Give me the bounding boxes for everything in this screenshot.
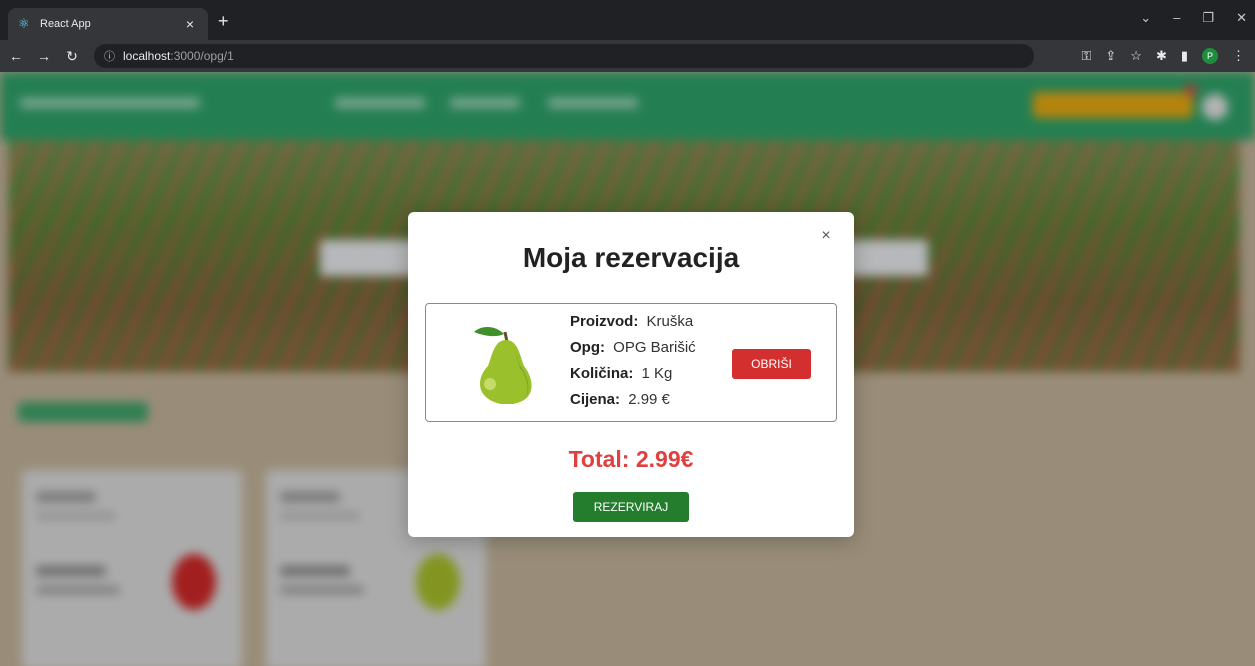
price-label: Cijena: xyxy=(570,391,621,408)
profile-avatar[interactable]: P xyxy=(1202,48,1218,64)
address-bar[interactable]: ⓘ localhost:3000/opg/1 xyxy=(94,44,1034,68)
opg-value: OPG Barišić xyxy=(613,339,696,356)
window-controls: ⌄ – ❐ ✕ xyxy=(1140,10,1247,26)
minimize-icon[interactable]: – xyxy=(1173,10,1180,26)
extensions-icon[interactable]: ✱ xyxy=(1156,48,1167,64)
browser-toolbar: ← → ↻ ⓘ localhost:3000/opg/1 ⚿ ⇪ ☆ ✱ ▮ P… xyxy=(0,40,1255,72)
menu-icon[interactable]: ⋮ xyxy=(1232,48,1245,64)
tab-title: React App xyxy=(40,18,91,30)
info-icon[interactable]: ⓘ xyxy=(104,48,115,64)
reload-icon[interactable]: ↻ xyxy=(60,48,84,65)
chevron-down-icon[interactable]: ⌄ xyxy=(1140,10,1151,26)
opg-row: Opg: OPG Barišić xyxy=(570,338,696,364)
react-icon: ⚛ xyxy=(18,16,30,31)
back-icon[interactable]: ← xyxy=(4,48,28,64)
quantity-value: 1 Kg xyxy=(641,365,673,382)
price-value: 2.99 € xyxy=(628,391,670,408)
restore-icon[interactable]: ❐ xyxy=(1202,10,1214,26)
star-icon[interactable]: ☆ xyxy=(1130,48,1142,64)
reservation-item: Proizvod: Kruška Opg: OPG Barišić Količi… xyxy=(425,303,837,422)
tab-close-icon[interactable]: × xyxy=(182,16,198,32)
pear-icon xyxy=(474,327,532,404)
url-path: :3000/opg/1 xyxy=(170,49,234,63)
quantity-label: Količina: xyxy=(570,365,634,382)
browser-tab[interactable]: ⚛ React App × xyxy=(8,8,208,40)
product-value: Kruška xyxy=(646,313,694,330)
item-details: Proizvod: Kruška Opg: OPG Barišić Količi… xyxy=(570,312,696,416)
side-panel-icon[interactable]: ▮ xyxy=(1181,48,1188,64)
total-price: Total: 2.99€ xyxy=(568,446,694,472)
opg-label: Opg: xyxy=(570,339,605,356)
close-window-icon[interactable]: ✕ xyxy=(1236,10,1247,26)
product-row: Proizvod: Kruška xyxy=(570,312,696,338)
url-host: localhost xyxy=(123,49,171,63)
product-label: Proizvod: xyxy=(570,313,639,330)
browser-tabstrip: ⚛ React App × + ⌄ – ❐ ✕ xyxy=(0,0,1255,40)
key-icon[interactable]: ⚿ xyxy=(1081,48,1091,64)
new-tab-icon[interactable]: + xyxy=(218,12,229,30)
quantity-row: Količina: 1 Kg xyxy=(570,364,696,390)
reservation-modal: × Moja rezervacija Proizvod: Kruška Opg:… xyxy=(408,212,854,537)
forward-icon[interactable]: → xyxy=(32,48,56,64)
reserve-button[interactable]: REZERVIRAJ xyxy=(573,492,689,522)
delete-button[interactable]: OBRIŠI xyxy=(732,349,811,379)
toolbar-icons: ⚿ ⇪ ☆ ✱ ▮ P ⋮ xyxy=(1081,48,1245,64)
price-row: Cijena: 2.99 € xyxy=(570,390,696,416)
modal-title: Moja rezervacija xyxy=(522,242,740,273)
share-icon[interactable]: ⇪ xyxy=(1105,48,1116,64)
